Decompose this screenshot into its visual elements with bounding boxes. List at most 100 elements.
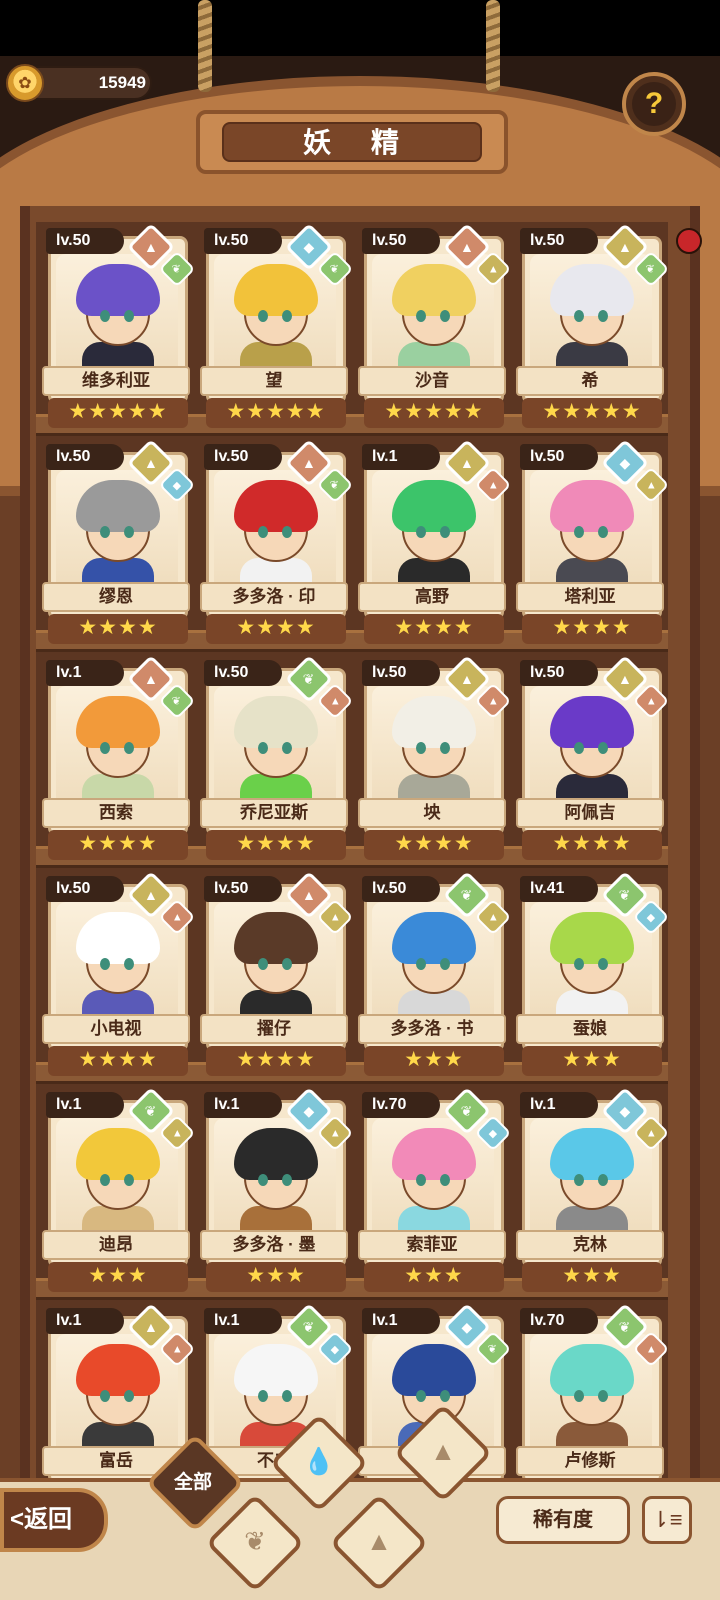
fairy-card[interactable]: lv.1 ▲ ❦ 西索 ★★★★	[42, 654, 196, 860]
fairy-portrait	[530, 470, 652, 592]
back-button[interactable]: <返回	[0, 1488, 108, 1552]
level-label: lv.1	[204, 1308, 282, 1334]
rarity-sort-button[interactable]: 稀有度	[496, 1496, 630, 1544]
fairy-name: 缪恩	[42, 582, 190, 612]
eye	[258, 1390, 268, 1402]
eye	[416, 310, 426, 322]
level-label: lv.1	[46, 1308, 124, 1334]
fairy-hair	[76, 1344, 160, 1396]
eye	[124, 1174, 134, 1186]
fairy-card[interactable]: lv.1 ◆ ▲ 克林 ★★★	[516, 1086, 668, 1292]
level-label: lv.50	[204, 444, 282, 470]
fairy-hair	[234, 912, 318, 964]
eye	[440, 1390, 450, 1402]
fairy-portrait	[372, 254, 494, 376]
water-drop-icon: 💧	[302, 1446, 336, 1476]
fairy-hair	[392, 696, 476, 748]
currency-value: 15949	[98, 73, 146, 92]
eye	[440, 526, 450, 538]
coin-icon: ✿	[6, 64, 44, 102]
fairy-name: 擢仔	[200, 1014, 348, 1044]
eye	[574, 1390, 584, 1402]
title-plaque: 妖 精	[196, 110, 508, 174]
level-label: lv.70	[520, 1308, 598, 1334]
level-label: lv.50	[362, 660, 440, 686]
fairy-portrait	[214, 1118, 336, 1240]
fairy-card[interactable]: lv.41 ❦ ◆ 蚕娘 ★★★	[516, 870, 668, 1076]
fairy-grid: lv.50 ▲ ❦ 维多利亚 ★★★★★ lv.50 ◆ ❦ 望 ★★★★★ l…	[36, 222, 668, 1502]
fairy-hair	[76, 480, 160, 532]
star-rating: ★★★★	[364, 614, 504, 644]
level-label: lv.50	[362, 228, 440, 254]
fairy-hair	[550, 1344, 634, 1396]
eye	[440, 958, 450, 970]
fairy-card[interactable]: lv.50 ▲ ▲ 阿佩吉 ★★★★	[516, 654, 668, 860]
fairy-hair	[550, 696, 634, 748]
fairy-card[interactable]: lv.1 ❦ ▲ 迪昂 ★★★	[42, 1086, 196, 1292]
fairy-card[interactable]: lv.50 ▲ ◆ 缪恩 ★★★★	[42, 438, 196, 644]
rock-icon: ▲	[366, 1526, 392, 1556]
fairy-name: 阿佩吉	[516, 798, 664, 828]
fairy-card[interactable]: lv.50 ▲ ❦ 维多利亚 ★★★★★	[42, 222, 196, 428]
fairy-card[interactable]: lv.50 ▲ ▲ 坱 ★★★★	[358, 654, 512, 860]
star-rating: ★★★★	[522, 830, 662, 860]
eye	[124, 526, 134, 538]
eye	[416, 958, 426, 970]
star-rating: ★★★★	[206, 830, 346, 860]
eye	[100, 1174, 110, 1186]
fairy-card[interactable]: lv.50 ▲ ▲ 沙音 ★★★★★	[358, 222, 512, 428]
fairy-card[interactable]: lv.50 ◆ ▲ 塔利亚 ★★★★	[516, 438, 668, 644]
star-rating: ★★★	[364, 1262, 504, 1292]
status-bar	[0, 0, 720, 56]
star-rating: ★★★★	[48, 830, 188, 860]
star-rating: ★★★★★	[48, 398, 188, 428]
fairy-card[interactable]: lv.50 ◆ ❦ 望 ★★★★★	[200, 222, 354, 428]
fairy-portrait	[530, 1118, 652, 1240]
fairy-card[interactable]: lv.1 ▲ ▲ 高野 ★★★★	[358, 438, 512, 644]
star-rating: ★★★	[522, 1262, 662, 1292]
fairy-hair	[550, 1128, 634, 1180]
eye	[124, 1390, 134, 1402]
level-label: lv.1	[46, 660, 124, 686]
fairy-hair	[392, 1344, 476, 1396]
eye	[282, 526, 292, 538]
fairy-name: 希	[516, 366, 664, 396]
fairy-card[interactable]: lv.50 ▲ ▲ 擢仔 ★★★★	[200, 870, 354, 1076]
fairy-name: 坱	[358, 798, 506, 828]
fairy-card[interactable]: lv.70 ❦ ▲ 卢修斯 ★★★	[516, 1302, 668, 1502]
help-button[interactable]: ?	[622, 72, 686, 136]
level-label: lv.50	[46, 876, 124, 902]
sort-order-button[interactable]: ⇂≡	[642, 1496, 692, 1544]
fairy-name: 多多洛 · 书	[358, 1014, 506, 1044]
fairy-card[interactable]: lv.50 ▲ ❦ 希 ★★★★★	[516, 222, 668, 428]
star-rating: ★★★★★	[206, 398, 346, 428]
level-label: lv.50	[362, 876, 440, 902]
fairy-card[interactable]: lv.50 ❦ ▲ 乔尼亚斯 ★★★★	[200, 654, 354, 860]
fairy-card[interactable]: lv.50 ▲ ▲ 小电视 ★★★★	[42, 870, 196, 1076]
star-rating: ★★★	[48, 1262, 188, 1292]
star-rating: ★★★	[364, 1046, 504, 1076]
fairy-name: 迪昂	[42, 1230, 190, 1260]
fairy-name: 卢修斯	[516, 1446, 664, 1476]
fairy-card[interactable]: lv.50 ❦ ▲ 多多洛 · 书 ★★★	[358, 870, 512, 1076]
fairy-portrait	[56, 254, 178, 376]
tab-all-label: 全部	[173, 1472, 212, 1493]
eye	[282, 958, 292, 970]
fairy-hair	[76, 912, 160, 964]
sprout-icon: ❦	[244, 1526, 266, 1556]
fairy-portrait	[56, 1118, 178, 1240]
question-icon: ?	[632, 82, 676, 126]
fairy-hair	[76, 696, 160, 748]
fairy-name: 乔尼亚斯	[200, 798, 348, 828]
eye	[416, 742, 426, 754]
eye	[598, 1174, 608, 1186]
fairy-portrait	[530, 254, 652, 376]
fairy-portrait	[530, 902, 652, 1024]
eye	[440, 310, 450, 322]
fairy-card[interactable]: lv.70 ❦ ◆ 索菲亚 ★★★	[358, 1086, 512, 1292]
eye	[416, 1390, 426, 1402]
eye	[282, 310, 292, 322]
eye	[258, 742, 268, 754]
fairy-card[interactable]: lv.1 ◆ ▲ 多多洛 · 墨 ★★★	[200, 1086, 354, 1292]
fairy-card[interactable]: lv.50 ▲ ❦ 多多洛 · 印 ★★★★	[200, 438, 354, 644]
